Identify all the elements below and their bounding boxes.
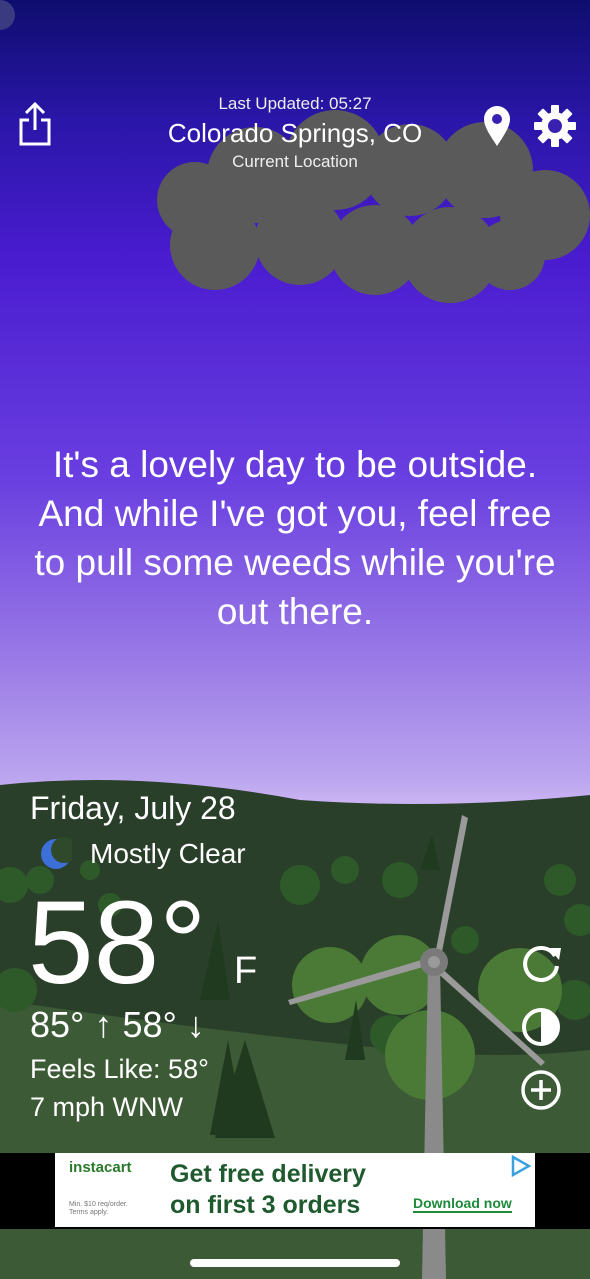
home-indicator[interactable]	[190, 1259, 400, 1267]
ad-banner[interactable]: instacart Min. $10 req/order. Terms appl…	[0, 1153, 590, 1229]
refresh-button[interactable]	[519, 942, 563, 991]
ad-headline: Get free delivery on first 3 orders	[170, 1160, 366, 1219]
temperature-unit[interactable]: F	[234, 950, 257, 993]
wind-label: 7 mph WNW	[30, 1092, 184, 1122]
ad-download-button[interactable]: Download now	[413, 1195, 512, 1213]
weather-message: It's a lovely day to be outside. And whi…	[34, 444, 556, 632]
feels-like-label: Feels Like: 58°	[30, 1054, 209, 1084]
add-location-button[interactable]	[519, 1068, 563, 1117]
ad-choices-icon[interactable]	[509, 1155, 531, 1177]
date-label: Friday, July 28	[30, 790, 236, 826]
add-icon	[521, 1070, 561, 1110]
temperature-value: 58°	[28, 877, 207, 1009]
corner-cloud	[0, 0, 15, 30]
refresh-icon	[523, 945, 561, 982]
gear-icon	[534, 105, 576, 147]
location-pin-icon	[484, 106, 510, 146]
ad-card[interactable]: instacart Min. $10 req/order. Terms appl…	[55, 1153, 535, 1227]
scenery	[0, 0, 590, 1279]
theme-button[interactable]	[519, 1005, 563, 1054]
high-low-temps: 85° ↑ 58° ↓	[30, 1004, 205, 1045]
settings-button[interactable]	[533, 104, 577, 153]
location-label: Current Location	[232, 152, 358, 171]
ad-fine-print: Min. $10 req/order. Terms apply.	[69, 1201, 128, 1216]
theme-icon	[522, 1008, 560, 1046]
condition-label: Mostly Clear	[90, 838, 246, 869]
moon-icon	[36, 836, 77, 877]
ad-brand: instacart	[69, 1159, 132, 1176]
location-button[interactable]	[483, 106, 511, 153]
